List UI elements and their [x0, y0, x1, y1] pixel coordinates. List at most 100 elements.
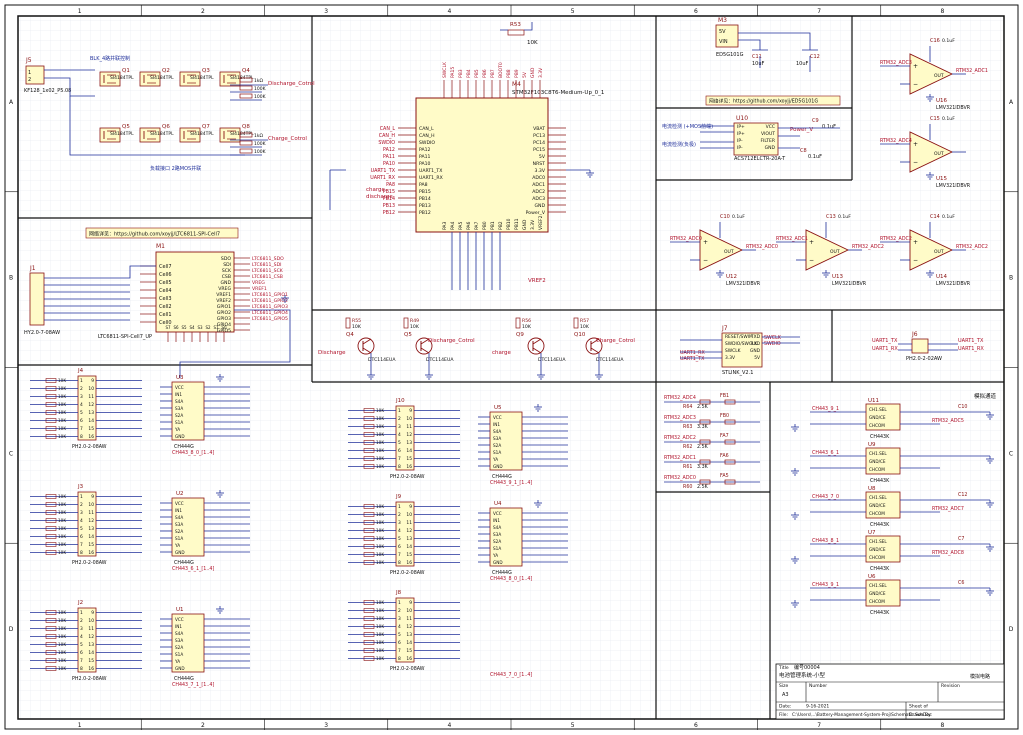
resistor-value: 10K — [376, 440, 384, 445]
j5-ref: J5 — [25, 57, 32, 64]
resistor-value: 10K — [376, 552, 384, 557]
j1-part: HY2.0-7-08AW — [24, 330, 60, 336]
opamp-in-net: RTM32_ADC3 — [880, 60, 912, 66]
mux-ic-ref: U9 — [868, 442, 876, 448]
mux-ic-ref: U3 — [176, 375, 184, 381]
resistor-value: 10K — [376, 448, 384, 453]
resistor-value: 10K — [58, 418, 66, 423]
connector-pin-number: 7 — [398, 648, 401, 654]
opamp-part: LMV321IDBVR — [726, 281, 761, 287]
mcu-bottom-pin-label: 3.3V — [530, 219, 536, 230]
opamp-cap-val: 0.1uF — [732, 214, 745, 220]
resistor-ref: R57 — [580, 318, 589, 324]
connector-pin-number: 10 — [406, 512, 412, 518]
mcu-top-pin-label: PB5 — [474, 69, 480, 78]
mux-ic-part: CH444G — [174, 444, 194, 450]
mux-out-net: RTM32_ADC7 — [932, 506, 964, 512]
mcu-net-discharge: discharge — [366, 194, 393, 200]
mcu-bottom-pin-label: PB2 — [498, 221, 504, 230]
frame-column-label: 5 — [571, 722, 575, 729]
opamp-part: LMV321IDBVR — [936, 105, 971, 111]
stlink-net-label: SWCLK — [764, 335, 782, 341]
stlink-pin-label: GND — [750, 348, 761, 354]
mosfet-part: SI4184TPL — [150, 75, 174, 81]
mux-ic-pin-label: IN1 — [493, 518, 500, 523]
connector-pin-number: 3 — [398, 520, 401, 526]
transistor-ref: Q10 — [574, 332, 586, 338]
mux-ic-pin-label: S4A — [175, 631, 183, 636]
mcu-top-pin-label: PB3 — [458, 69, 464, 78]
mux-ic-pin-label: S3A — [175, 406, 183, 411]
mcu-top-pin-label: 3.3V — [538, 67, 544, 78]
connector-pin-number: 9 — [91, 494, 94, 500]
afe-net-label: LTC6811_GPIO3 — [252, 304, 288, 310]
mcu-top-pin-label: PB8 — [506, 69, 512, 78]
connector-pin-number: 12 — [406, 624, 412, 630]
opamp-out-label: OUT — [934, 73, 944, 79]
mosfet-part: SI4184TPL — [190, 131, 214, 137]
resistor-value: 10K — [58, 402, 66, 407]
opamp-plus: + — [809, 239, 814, 246]
c12-val: 10uF — [796, 61, 809, 67]
resistor-ref: R62 — [683, 444, 692, 450]
connector-pin-number: 4 — [398, 432, 401, 438]
opamp-out-label: OUT — [724, 249, 734, 255]
acs712-pin-label: VIOUT — [761, 131, 775, 137]
afe-net-label: VREG — [252, 280, 265, 286]
connector-pin-number: 15 — [88, 426, 94, 432]
frame-column-label: 3 — [324, 722, 328, 729]
driver-net-discharge: Discharge — [318, 350, 346, 356]
mcu-pin-label: UART1_TX — [419, 168, 442, 174]
mosfet-ref: Q7 — [202, 124, 210, 130]
connector-pin-number: 9 — [409, 408, 412, 414]
mux-ic-pin-label: IN1 — [175, 624, 182, 629]
mux-ic-pin-label: GND/CE — [869, 415, 886, 420]
mux-tag: CH443_7_1_[1..4] — [172, 682, 214, 688]
resistor-value: 10K — [352, 324, 362, 330]
stlink-pin-label: 5V — [754, 355, 760, 361]
stlink-pin-label: RXD — [751, 341, 761, 347]
connector-pin-number: 13 — [406, 440, 412, 446]
m1-part: LTC6811-SPI-Cell7_UP — [98, 334, 152, 340]
opamp-cap-ref: C15 — [930, 116, 940, 122]
mcu-net-label: CAN_L — [380, 126, 396, 132]
adc-net-label: RTM32_ADC1 — [664, 455, 696, 461]
mux-ic-pin-label: S3A — [175, 522, 183, 527]
mcu-top-pin-label: SWCLK — [442, 61, 448, 78]
connector-pin-number: 16 — [406, 656, 412, 662]
mux-ic-pin-label: CHCOM — [869, 511, 885, 516]
opamp-in-net: RTM32_ADC4 — [880, 138, 912, 144]
driver-net-discharge-ctrl: Discharge_Cotrol — [428, 338, 475, 344]
c11-val: 10uF — [752, 61, 765, 67]
resistor-value: 100K — [254, 94, 267, 100]
resistor-value: 10K — [58, 666, 66, 671]
afe-pin-label: SDI — [223, 262, 231, 268]
connector-pin-number: 8 — [80, 666, 83, 672]
opamp-out-net: RTM32_ADC2 — [852, 244, 884, 250]
mcu-pin-label: NRST — [533, 161, 546, 167]
mux-tag: CH443_6_1_[1..4] — [172, 566, 214, 572]
resistor-value: 10K — [58, 610, 66, 615]
connector-pin-number: 10 — [88, 502, 94, 508]
resistor-ref: R64 — [683, 404, 692, 410]
connector-pin-number: 15 — [88, 542, 94, 548]
mux-ic-pin-label: S1A — [493, 450, 501, 455]
connector-pin-number: 3 — [398, 424, 401, 430]
resistor-value: 10K — [376, 512, 384, 517]
resistor-value: 10K — [58, 502, 66, 507]
charge-net: Charge_Cotrol — [268, 136, 307, 142]
j6-ref: J6 — [911, 331, 918, 338]
resistor-value: 10K — [376, 544, 384, 549]
resistor-value: 10K — [376, 536, 384, 541]
resistor-value: 10K — [376, 520, 384, 525]
connector-pin-number: 1 — [398, 408, 401, 414]
discharge-net: Discharge_Cotrol — [268, 81, 315, 87]
connector-pin-number: 13 — [406, 536, 412, 542]
mcu-pin-label: GND — [534, 203, 545, 209]
mux-ic-pin-label: CHCOM — [869, 467, 885, 472]
mux-tag: CH443_8_0_[1..4] — [172, 450, 214, 456]
mcu-net-label: PA11 — [383, 154, 395, 160]
mcu-top-pin-label: PB7 — [490, 69, 496, 78]
mux-connector-ref: J2 — [77, 600, 83, 606]
mcu-pin-label: PC15 — [533, 147, 545, 153]
